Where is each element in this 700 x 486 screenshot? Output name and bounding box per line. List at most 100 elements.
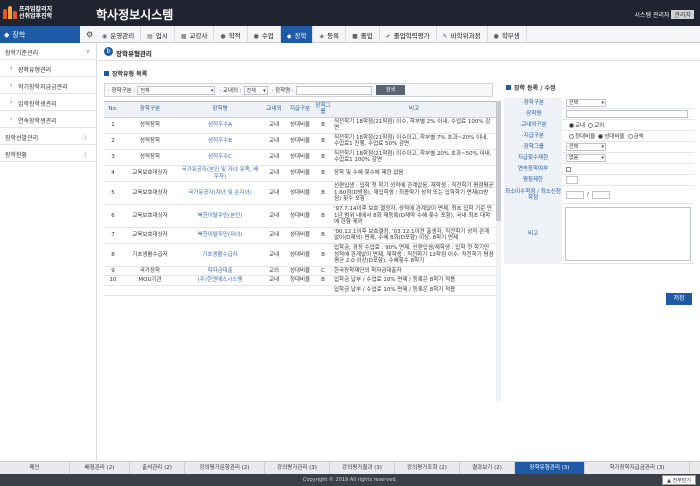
table-cell: 기초생활수급자 [122,243,178,267]
table-header-6[interactable]: 비고 [332,102,496,118]
table-row[interactable]: 4 교육보호대상자 국가유공자(본인 및 자녀 유족, 배우자) 교내 성대비율 B 장학 … [104,165,496,183]
menu-item-1[interactable]: ▤ 입시 [141,26,175,43]
form-input-7[interactable] [566,176,578,184]
sidebar-item-3[interactable]: › 입학장학생관리 [0,94,96,111]
footer-copyright: Copyright © 2019 All rights reserved. [0,474,700,486]
scholarship-name-link[interactable]: 북한이탈주민(본인) [178,204,262,228]
radio-button[interactable] [569,133,574,139]
table-header-2[interactable]: 장학명 [178,102,262,118]
checkbox[interactable] [566,166,571,172]
table-row[interactable]: 7 교육보호대상자 북한이탈주민(자녀) 교내 성대비율 B '00.12.1이후 보호결정… [104,227,496,245]
table-cell: 한국장학재단의 학자금대출자 [332,266,496,277]
scrollbar-thumb[interactable] [496,101,501,221]
table-row[interactable]: 5 교육보호대상자 국가유공자(자녀 및 손자녀) 교내 성대비율 B 선편입생 : 입학 … [104,181,496,206]
current-menu[interactable]: ◆ 장학 [0,26,80,43]
table-row[interactable]: 3 성적장학 성적우수C 교내 성대비율 B 직전학기 18학점(21학점) 이수이고, 학… [104,149,496,167]
menu-item-2[interactable]: ▦ 교강사 [175,26,215,43]
table-cell: 10 [104,275,122,286]
table-header-5[interactable]: 장학그룹 [314,102,332,118]
radio-label: 교내 [575,123,586,129]
radio-button[interactable] [588,122,594,128]
sidebar-item-5[interactable]: 장학선발관리 〉 [0,128,96,145]
inout-select[interactable]: 전체 ▾ [243,85,268,95]
form-value-8: / [562,190,694,199]
radio-button[interactable] [598,133,604,139]
form-row-4: ·장학그룹 선택 ▾ [504,141,694,153]
table-row[interactable]: 10 MOU기관 (주)한엔에스시스템 교내 정대비율 B 입학금 납부 / 수업료 10%… [104,275,496,286]
sidebar-item-4[interactable]: › 연속장학생관리 [0,111,96,128]
sidebar: 장학기준관리 ∨ › 장학유형관리 › 학기장학지급금관리 › 입학장학생관리 › 연속장학생관리… [0,43,97,461]
radio-button[interactable] [627,133,633,139]
menu-item-8[interactable]: ✔ 졸업학력평가 [380,26,437,43]
scholarship-name-link[interactable]: 성적우수C [178,149,262,167]
table-cell: 교육보호대상자 [122,227,178,245]
main-content: b 장학유형관리 장학유형 목록 · 장학구분 : 전체 ▾ · 교내외 : 전체… [98,43,700,461]
sidebar-item-6[interactable]: 장학현황 〉 [0,145,96,162]
menu-item-3[interactable]: ● 학적 [214,26,248,43]
type-select[interactable]: 전체 ▾ [137,85,216,95]
scholarship-name-link[interactable]: 국가유공자(본인 및 자녀 유족, 배우자) [178,165,262,183]
logo[interactable]: 프라임칼리지 선취업후진학 [3,3,63,23]
min-credit-input[interactable] [566,190,584,199]
sidebar-item-0[interactable]: 장학기준관리 ∨ [0,43,96,60]
remark-textarea[interactable] [565,206,691,261]
form-label-0: ·장학구분 [504,97,562,109]
form-select-0[interactable]: 선택 ▾ [566,99,606,107]
menu-item-0[interactable]: ◉ 운영관리 [96,26,142,43]
form-input-1[interactable] [566,110,688,118]
menu-item-6[interactable]: ◈ 등록 [313,26,347,43]
table-cell [104,285,122,296]
table-row[interactable]: 9 국가장학 학자금대출 교외 성대비율 C 한국장학재단의 학자금대출자 [104,266,496,277]
gear-icon[interactable]: ⚙ [86,30,93,39]
table-cell [262,285,286,296]
page-icon: b [104,47,113,56]
menu-item-7[interactable]: ■ 졸업 [346,26,380,43]
menu-item-10[interactable]: ● 학부생 [488,26,527,43]
table-header-0[interactable]: No. [104,102,122,118]
radio-button[interactable] [569,122,574,128]
scholarship-name-link[interactable]: 성적우수B [178,133,262,150]
sidebar-item-2[interactable]: › 학기장학지급금관리 [0,77,96,94]
table-header-4[interactable]: 지급구분 [286,102,314,118]
form-select-5[interactable]: 없음 ▾ [566,154,606,162]
form-row-6: 연속장학여부 [504,163,694,175]
save-button[interactable]: 저장 [666,293,692,305]
menu-item-4[interactable]: ● 수업 [248,26,281,43]
search-button[interactable]: 검색 [375,85,406,95]
min-apply-credit-input[interactable] [591,190,610,199]
table-cell: 2 [104,133,122,150]
table-header-1[interactable]: 장학구분 [122,102,178,118]
scholarship-name-link[interactable]: 학자금대출 [178,266,262,277]
form-title-text: 장학 등록 / 수정 [514,85,556,92]
chevron-down-icon: ▾ [601,100,604,106]
menu-item-9[interactable]: ✎ 비학위과정 [437,26,488,43]
form-row-7: 평점제한 [504,174,694,186]
scholarship-name-link[interactable]: 기초생활수급자 [178,243,262,267]
table-cell: 성대비율 [286,227,314,245]
table-row[interactable]: 1 성적장학 성적우수A 교내 성대비율 B 직전학기 18학점(21학점) 이수, 학부별… [104,117,496,134]
table-row[interactable]: 8 기초생활수급자 기초생활수급자 교내 성대비율 B 입학금, 경정 수업료 : 90% … [104,243,496,267]
table-cell [122,285,178,296]
table-cell: B [314,243,332,267]
table-row-partial[interactable]: 입학금 납부 / 수업료 10% 면제 / 등록은 8학기 적용 [104,285,496,296]
menu-item-5[interactable]: ◆ 장학 [280,26,314,43]
user-name-badge[interactable]: 관리자 [671,10,694,19]
scholarship-name-link[interactable]: 성적우수A [178,117,262,134]
scholarship-name-link[interactable]: 북한이탈주민(자녀) [178,227,262,245]
table-cell: 성적장학 [122,149,178,167]
sidebar-item-1[interactable]: › 장학유형관리 [0,60,96,77]
scholarship-name-link[interactable]: (주)한엔에스시스템 [178,275,262,286]
table-cell: 성대비율 [286,117,314,134]
name-input[interactable] [295,85,372,95]
menu-item-label: 등록 [327,32,340,40]
table-row[interactable]: 6 교육보호대상자 북한이탈주민(본인) 교내 성대비율 B '97.7.14이후 보호 결… [104,204,496,228]
table-header-3[interactable]: 교내외 [262,102,286,118]
close-all-button[interactable]: ▲ 전부닫기 [662,475,696,485]
scholarship-name-link[interactable]: 국가유공자(자녀 및 손자녀) [178,181,262,206]
form-select-4[interactable]: 선택 ▾ [566,143,606,151]
sidebar-item-label: 장학유형관리 [18,67,52,74]
sidebar-item-label: 장학선발관리 [5,135,39,142]
user-info[interactable]: 시스템 관리자 관리자 [634,10,694,19]
table-row[interactable]: 2 성적장학 성적우수B 교내 성대비율 B 직전학기 18학점(21학점) 이수이고, 학… [104,133,496,150]
table-scrollbar[interactable] [496,101,501,401]
